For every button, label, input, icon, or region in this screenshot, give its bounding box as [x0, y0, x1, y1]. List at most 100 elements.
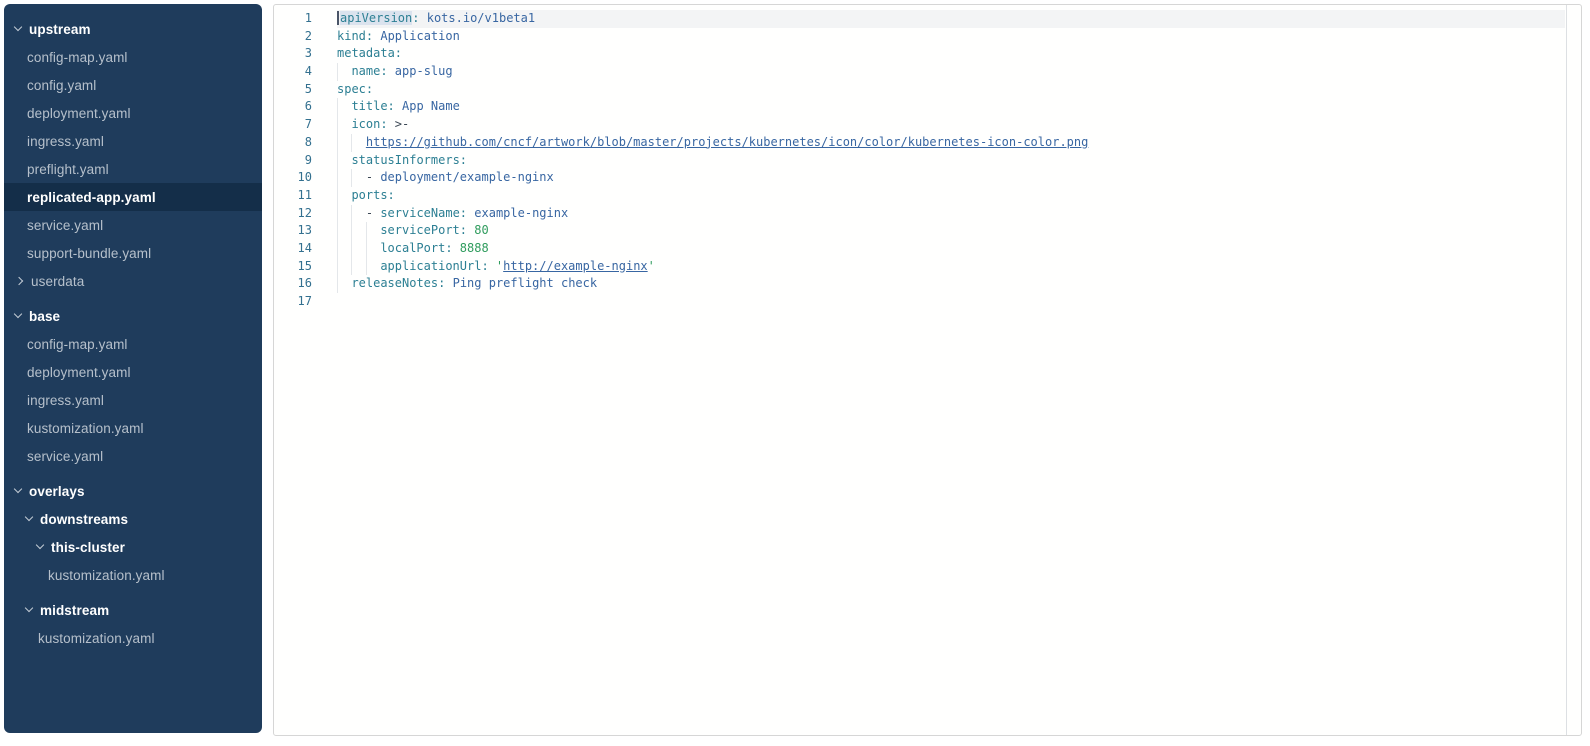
line-number: 7 — [274, 116, 312, 134]
tree-item-label: midstream — [40, 603, 109, 618]
token-plain — [445, 276, 452, 290]
code-line-8[interactable]: 8https://github.com/cncf/artwork/blob/ma… — [274, 134, 1565, 152]
indent-guide — [366, 240, 380, 258]
line-number: 12 — [274, 205, 312, 223]
tree-folder-this-cluster[interactable]: this-cluster — [4, 533, 262, 561]
indent-guide — [366, 222, 380, 240]
tree-item-label: this-cluster — [51, 540, 125, 555]
chevron-down-icon[interactable] — [25, 515, 34, 524]
indent-guide — [337, 98, 351, 116]
tree-folder-upstream[interactable]: upstream — [4, 15, 262, 43]
line-content: spec: — [337, 81, 1565, 99]
token-key: servicePort: — [380, 223, 467, 237]
tree-file-kustomization-yaml[interactable]: kustomization.yaml — [4, 624, 262, 652]
tree-file-config-map-yaml[interactable]: config-map.yaml — [4, 43, 262, 71]
chevron-down-icon[interactable] — [14, 312, 23, 321]
tree-file-preflight-yaml[interactable]: preflight.yaml — [4, 155, 262, 183]
indent-guide — [337, 169, 351, 187]
tree-folder-midstream[interactable]: midstream — [4, 596, 262, 624]
token-key: metadata: — [337, 46, 402, 60]
line-number: 1 — [274, 10, 312, 28]
tree-item-label: config-map.yaml — [27, 50, 128, 65]
code-line-9[interactable]: 9statusInformers: — [274, 152, 1565, 170]
tree-item-label: userdata — [31, 274, 84, 289]
code-line-3[interactable]: 3 metadata: — [274, 45, 1565, 63]
chevron-down-icon[interactable] — [36, 543, 45, 552]
line-number: 10 — [274, 169, 312, 187]
indent-guide — [337, 258, 351, 276]
token-key: localPort: — [380, 241, 452, 255]
token-link[interactable]: http://example-nginx — [503, 259, 648, 273]
token-punct: >- — [395, 117, 409, 131]
code-line-17[interactable]: 17 — [274, 293, 1565, 311]
tree-file-kustomization-yaml[interactable]: kustomization.yaml — [4, 414, 262, 442]
line-number: 11 — [274, 187, 312, 205]
line-content: icon: >- — [337, 116, 1565, 134]
code-line-11[interactable]: 11ports: — [274, 187, 1565, 205]
indent-guide — [351, 134, 365, 152]
code-line-13[interactable]: 13servicePort: 80 — [274, 222, 1565, 240]
indent-guide — [337, 152, 351, 170]
tree-file-ingress-yaml[interactable]: ingress.yaml — [4, 386, 262, 414]
tree-folder-base[interactable]: base — [4, 302, 262, 330]
text-cursor — [337, 11, 339, 25]
tree-item-label: config.yaml — [27, 78, 96, 93]
indent-guide — [351, 222, 365, 240]
tree-file-deployment-yaml[interactable]: deployment.yaml — [4, 99, 262, 127]
line-content: releaseNotes: Ping preflight check — [337, 275, 1565, 293]
tree-file-service-yaml[interactable]: service.yaml — [4, 442, 262, 470]
token-key: applicationUrl: — [380, 259, 488, 273]
tree-file-replicated-app-yaml[interactable]: replicated-app.yaml — [4, 183, 262, 211]
code-line-10[interactable]: 10- deployment/example-nginx — [274, 169, 1565, 187]
tree-item-label: config-map.yaml — [27, 337, 128, 352]
tree-file-support-bundle-yaml[interactable]: support-bundle.yaml — [4, 239, 262, 267]
code-line-4[interactable]: 4name: app-slug — [274, 63, 1565, 81]
tree-file-deployment-yaml[interactable]: deployment.yaml — [4, 358, 262, 386]
token-plain — [388, 64, 395, 78]
line-content: servicePort: 80 — [337, 222, 1565, 240]
line-number: 14 — [274, 240, 312, 258]
token-plain — [395, 99, 402, 113]
token-link[interactable]: https://github.com/cncf/artwork/blob/mas… — [366, 135, 1088, 149]
tree-file-service-yaml[interactable]: service.yaml — [4, 211, 262, 239]
code-line-14[interactable]: 14localPort: 8888 — [274, 240, 1565, 258]
token-plain — [489, 259, 496, 273]
token-quote: ' — [648, 259, 655, 273]
code-line-5[interactable]: 5 spec: — [274, 81, 1565, 99]
tree-folder-userdata[interactable]: userdata — [4, 267, 262, 295]
code-line-15[interactable]: 15applicationUrl: 'http://example-nginx' — [274, 258, 1565, 276]
token-punct: - — [366, 206, 380, 220]
indent-guide — [351, 258, 365, 276]
token-val: Ping preflight check — [453, 276, 598, 290]
indent-guide — [351, 205, 365, 223]
chevron-down-icon[interactable] — [25, 606, 34, 615]
tree-folder-downstreams[interactable]: downstreams — [4, 505, 262, 533]
tree-folder-overlays[interactable]: overlays — [4, 477, 262, 505]
chevron-right-icon[interactable] — [16, 277, 25, 286]
tree-item-label: kustomization.yaml — [48, 568, 165, 583]
line-content: - serviceName: example-nginx — [337, 205, 1565, 223]
tree-file-config-map-yaml[interactable]: config-map.yaml — [4, 330, 262, 358]
tree-item-label: upstream — [29, 22, 91, 37]
code-line-2[interactable]: 2kind: Application — [274, 28, 1565, 46]
code-line-7[interactable]: 7 icon: >- — [274, 116, 1565, 134]
tree-file-ingress-yaml[interactable]: ingress.yaml — [4, 127, 262, 155]
token-num: 80 — [474, 223, 488, 237]
editor-scrollbar-track[interactable] — [1566, 5, 1581, 735]
tree-file-config-yaml[interactable]: config.yaml — [4, 71, 262, 99]
tree-item-label: deployment.yaml — [27, 106, 131, 121]
line-number: 2 — [274, 28, 312, 46]
tree-item-label: service.yaml — [27, 449, 103, 464]
code-line-16[interactable]: 16releaseNotes: Ping preflight check — [274, 275, 1565, 293]
code-line-12[interactable]: 12 - serviceName: example-nginx — [274, 205, 1565, 223]
code-line-6[interactable]: 6title: App Name — [274, 98, 1565, 116]
yaml-editor-panel: 1apiVersion: kots.io/v1beta12kind: Appli… — [273, 4, 1582, 736]
line-number: 5 — [274, 81, 312, 99]
code-line-1[interactable]: 1apiVersion: kots.io/v1beta1 — [274, 10, 1565, 28]
chevron-down-icon[interactable] — [14, 25, 23, 34]
token-key: icon: — [351, 117, 387, 131]
chevron-down-icon[interactable] — [14, 487, 23, 496]
tree-file-kustomization-yaml[interactable]: kustomization.yaml — [4, 561, 262, 589]
line-number: 3 — [274, 45, 312, 63]
token-key: kind: — [337, 29, 373, 43]
